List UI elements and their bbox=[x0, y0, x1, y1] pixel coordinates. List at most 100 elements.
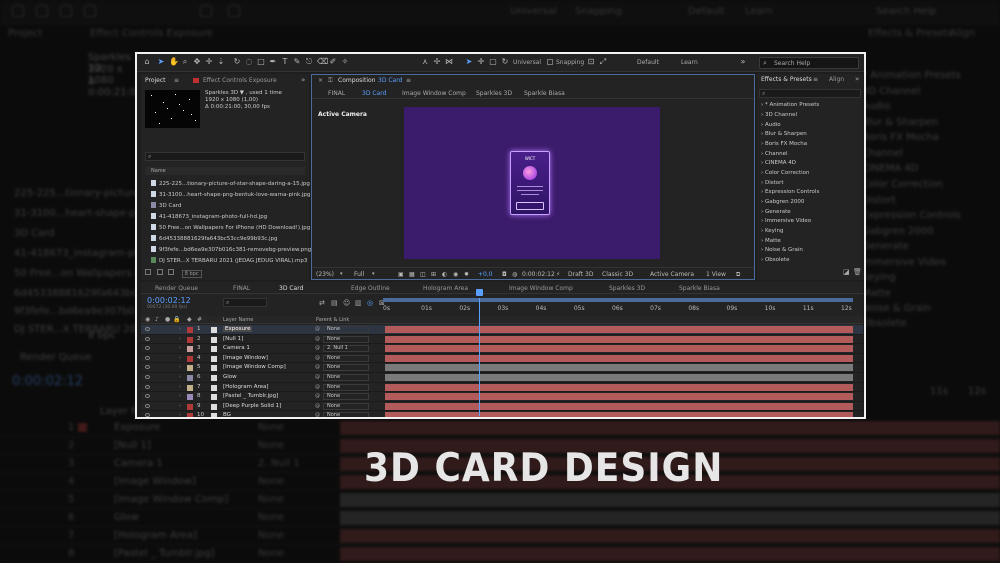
view-layout-select[interactable]: 1 View bbox=[706, 271, 726, 278]
audio-icon[interactable]: ♪ bbox=[155, 316, 159, 323]
pick-whip-icon[interactable]: @ bbox=[315, 336, 320, 342]
chevron-right-icon[interactable]: › bbox=[179, 384, 181, 390]
parent-select[interactable]: None bbox=[323, 402, 369, 410]
tab-effects-presets[interactable]: Effects & Presets bbox=[761, 76, 812, 83]
comp-tab-3d-card[interactable]: 3D Card bbox=[362, 90, 386, 97]
show-snapshot-icon[interactable]: ◍ bbox=[512, 271, 517, 278]
pick-whip-icon[interactable]: @ bbox=[315, 393, 320, 399]
parent-select[interactable]: None bbox=[323, 412, 369, 417]
composition-header-name[interactable]: 3D Card bbox=[378, 77, 402, 84]
pick-whip-icon[interactable]: @ bbox=[315, 326, 320, 332]
pick-whip-icon[interactable]: @ bbox=[315, 364, 320, 370]
lock-icon[interactable]: ⚿ bbox=[328, 77, 333, 85]
effect-category[interactable]: › Boris FX Mocha bbox=[761, 141, 807, 147]
timeline-current-time[interactable]: 0:00:02:12 bbox=[147, 296, 191, 305]
time-ruler[interactable]: 0s 01s 02s 03s 04s 05s 06s 07s 08s 09s 1… bbox=[383, 298, 855, 316]
layer-duration-bar[interactable] bbox=[385, 383, 853, 391]
pick-whip-icon[interactable]: @ bbox=[315, 374, 320, 380]
solo-icon[interactable]: ● bbox=[165, 316, 170, 323]
layer-duration-bar[interactable] bbox=[385, 335, 853, 343]
pen-tool-icon[interactable]: ✒ bbox=[269, 58, 277, 66]
share-view-icon[interactable]: ⧉ bbox=[736, 271, 740, 279]
label-color-swatch[interactable] bbox=[187, 375, 193, 381]
rotate-tool-icon[interactable]: ↻ bbox=[233, 58, 241, 66]
universal-tool-icon[interactable]: ➤ bbox=[465, 58, 473, 66]
composition-mini-flowchart-icon[interactable]: ⇄ bbox=[319, 299, 325, 307]
project-item[interactable]: DJ STER...X TERBARU 2021 (JEDAG JEDUG VI… bbox=[151, 257, 307, 264]
effect-category[interactable]: › Distort bbox=[761, 180, 784, 186]
tab-3d-card[interactable]: 3D Card bbox=[279, 285, 303, 292]
pan-behind-tool-icon[interactable]: ◌ bbox=[245, 58, 253, 66]
eye-icon[interactable] bbox=[145, 365, 150, 370]
resolution-select[interactable]: Full bbox=[354, 271, 364, 278]
label-color-swatch[interactable] bbox=[187, 365, 193, 372]
region-of-interest-icon[interactable]: ▣ bbox=[398, 271, 404, 278]
rotation-tool-icon[interactable]: ↻ bbox=[501, 58, 509, 66]
layer-duration-bar[interactable] bbox=[385, 345, 853, 353]
draft-3d-toggle[interactable]: Draft 3D bbox=[568, 271, 593, 278]
project-item[interactable]: 41-418673_instagram-photo-full-hd.jpg bbox=[151, 213, 267, 220]
chevron-right-icon[interactable]: › bbox=[179, 336, 181, 342]
project-item[interactable]: 9f3fefe...bd6ea9e307b016c381-removebg-pr… bbox=[151, 246, 311, 253]
playhead-line[interactable] bbox=[478, 298, 480, 416]
roto-brush-tool-icon[interactable]: ✐ bbox=[329, 58, 337, 66]
label-color-swatch[interactable] bbox=[187, 413, 193, 417]
project-item[interactable]: 31-3100...heart-shape-png-bentuk-love-wa… bbox=[151, 191, 310, 198]
move-tool-icon[interactable]: ✛ bbox=[477, 58, 485, 66]
new-effect-icon[interactable]: ◪ bbox=[843, 268, 850, 276]
motion-blur-icon[interactable]: ◎ bbox=[367, 299, 373, 307]
eraser-tool-icon[interactable]: ⌫ bbox=[317, 58, 328, 66]
effect-category[interactable]: › Generate bbox=[761, 209, 791, 215]
axis-world-icon[interactable]: ✢ bbox=[433, 58, 441, 66]
eye-icon[interactable] bbox=[145, 394, 150, 399]
label-color-swatch[interactable] bbox=[187, 355, 193, 362]
column-name[interactable]: Name bbox=[151, 168, 166, 174]
label-color-swatch[interactable] bbox=[187, 346, 193, 353]
project-item[interactable]: 50 Free...on Wallpapers For iPhone (HD D… bbox=[151, 224, 310, 231]
axis-local-icon[interactable]: ⋏ bbox=[421, 58, 429, 66]
axis-view-icon[interactable]: ⋈ bbox=[445, 58, 453, 66]
layer-row[interactable]: › 3 Camera 1 @2. Null 1 bbox=[141, 344, 863, 354]
renderer-select[interactable]: Classic 3D bbox=[602, 271, 633, 278]
column-layer-name[interactable]: Layer Name bbox=[223, 317, 253, 323]
hand-tool-icon[interactable]: ✋ bbox=[169, 58, 179, 66]
composition-viewer[interactable]: WICT bbox=[404, 107, 660, 259]
layer-row[interactable]: › 2 [Null 1] @ None bbox=[141, 335, 863, 345]
chevron-right-icon[interactable]: › bbox=[179, 374, 181, 380]
effect-category[interactable]: › Obsolete bbox=[761, 257, 789, 263]
playhead-handle[interactable] bbox=[475, 289, 483, 296]
layer-name[interactable]: [Image Window] bbox=[223, 355, 268, 361]
label-color-swatch[interactable] bbox=[187, 336, 193, 343]
layer-duration-bar[interactable] bbox=[385, 412, 853, 417]
chevron-right-icon[interactable]: › bbox=[179, 355, 181, 361]
tab-edge-outline[interactable]: Edge Outline bbox=[351, 285, 390, 292]
eye-icon[interactable] bbox=[145, 375, 150, 379]
effects-search-input[interactable]: ⌕ bbox=[759, 89, 861, 98]
type-tool-icon[interactable]: T bbox=[281, 58, 289, 66]
chevron-right-icon[interactable]: › bbox=[179, 403, 181, 409]
camera-select[interactable]: Active Camera bbox=[650, 271, 694, 278]
layer-row[interactable]: › 1 Exposure @ None bbox=[141, 325, 863, 335]
layer-row[interactable]: › 7 [Hologram Area] @ None bbox=[141, 383, 863, 393]
search-help-field[interactable]: ⌕ Search Help bbox=[759, 57, 859, 69]
scale-tool-icon[interactable]: ▢ bbox=[489, 58, 497, 66]
eye-icon[interactable] bbox=[145, 384, 150, 389]
number-icon[interactable]: # bbox=[197, 316, 202, 323]
dolly-tool-icon[interactable]: ⇣ bbox=[217, 58, 225, 66]
exposure-reset-icon[interactable]: ✹ bbox=[464, 271, 469, 278]
snap-edges-icon[interactable]: ⊡ bbox=[587, 58, 595, 66]
layer-duration-bar[interactable] bbox=[385, 393, 853, 401]
channel-icon[interactable]: ◐ bbox=[442, 271, 447, 278]
layer-name[interactable]: [Image Window Comp] bbox=[223, 364, 286, 370]
eye-icon[interactable] bbox=[145, 336, 150, 341]
snapshot-icon[interactable]: ◘ bbox=[502, 271, 507, 278]
tab-hologram-area[interactable]: Hologram Area bbox=[423, 285, 468, 292]
effect-category[interactable]: › * Animation Presets bbox=[761, 102, 819, 108]
label-color-swatch[interactable] bbox=[187, 394, 193, 401]
effect-category[interactable]: › Noise & Grain bbox=[761, 247, 803, 253]
layer-row[interactable]: › 5 [Image Window Comp] @ None bbox=[141, 363, 863, 373]
chevron-down-icon[interactable]: ▾ bbox=[340, 271, 343, 277]
comp-tab-sparkle-biasa[interactable]: Sparkle Biasa bbox=[524, 90, 565, 97]
trash-icon[interactable]: 🗑 bbox=[853, 268, 862, 276]
layer-name[interactable]: Glow bbox=[223, 374, 237, 380]
